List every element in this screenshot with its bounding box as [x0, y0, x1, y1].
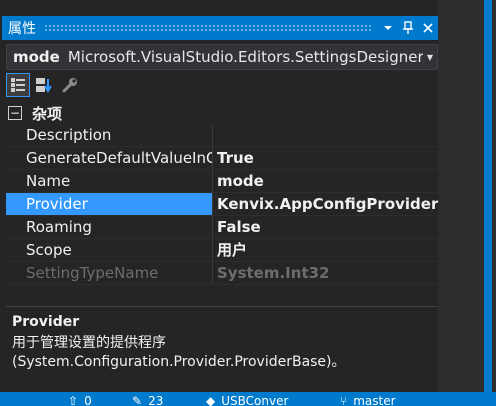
- status-changes[interactable]: ✎ 23: [132, 394, 163, 406]
- pin-button[interactable]: [398, 16, 418, 40]
- property-name: Roaming: [6, 216, 213, 238]
- category-label: 杂项: [32, 104, 63, 123]
- arrow-up-icon: ⇧: [68, 394, 79, 406]
- object-selector[interactable]: mode Microsoft.VisualStudio.Editors.Sett…: [6, 44, 438, 70]
- categorized-button[interactable]: [6, 73, 30, 97]
- accent-strip: [484, 0, 492, 406]
- property-grid: Description GenerateDefaultValueInCode T…: [6, 124, 438, 285]
- property-name: Provider: [6, 193, 213, 215]
- property-value[interactable]: mode: [213, 170, 438, 192]
- pencil-icon: ✎: [132, 394, 143, 406]
- property-row-setting-type-name[interactable]: SettingTypeName System.Int32: [6, 262, 438, 285]
- properties-window: 属性 mode Microsoft.VisualStudio.Editors.S…: [0, 0, 496, 406]
- property-row-roaming[interactable]: Roaming False: [6, 216, 438, 239]
- close-button[interactable]: [418, 16, 438, 40]
- collapse-icon[interactable]: −: [8, 106, 22, 120]
- property-name: GenerateDefaultValueInCode: [6, 147, 213, 169]
- property-row-generate-default[interactable]: GenerateDefaultValueInCode True: [6, 147, 438, 170]
- properties-toolbar: [6, 72, 82, 98]
- window-menu-button[interactable]: [378, 16, 398, 40]
- editor-edge: [438, 0, 496, 406]
- close-icon: [423, 23, 433, 33]
- pin-icon: [403, 21, 413, 34]
- description-text-line1: 用于管理设置的提供程序: [12, 335, 166, 351]
- drag-grip[interactable]: [44, 24, 372, 32]
- status-push[interactable]: ⇧ 0: [68, 394, 92, 406]
- property-row-name[interactable]: Name mode: [6, 170, 438, 193]
- description-title: Provider: [12, 314, 80, 330]
- status-bar: ⇧ 0 ✎ 23 ◆ USBConver ⑂ master: [0, 392, 496, 406]
- property-value[interactable]: False: [213, 216, 438, 238]
- property-name: Description: [6, 124, 213, 146]
- property-row-provider[interactable]: Provider Kenvix.AppConfigProvider: [6, 193, 438, 216]
- branch-name: master: [353, 394, 396, 406]
- property-value[interactable]: 用户: [213, 239, 438, 261]
- property-pages-button[interactable]: [58, 73, 82, 97]
- property-row-scope[interactable]: Scope 用户: [6, 239, 438, 262]
- property-value[interactable]: Kenvix.AppConfigProvider: [213, 193, 438, 215]
- object-name: mode: [13, 48, 60, 66]
- push-count: 0: [84, 394, 92, 406]
- alphabetical-button[interactable]: [32, 73, 56, 97]
- property-name: SettingTypeName: [6, 262, 213, 284]
- changes-count: 23: [148, 394, 164, 406]
- categorized-icon: [11, 78, 25, 92]
- category-header[interactable]: − 杂项: [6, 102, 438, 124]
- title-bar[interactable]: 属性: [2, 16, 438, 40]
- branch-icon: ⑂: [340, 394, 348, 406]
- property-value: System.Int32: [217, 264, 330, 282]
- property-value[interactable]: [213, 124, 438, 146]
- chevron-down-icon[interactable]: ▼: [423, 53, 437, 62]
- property-value[interactable]: True: [213, 147, 438, 169]
- repo-name: USBConver: [221, 394, 289, 406]
- alphabetical-icon: [36, 78, 52, 93]
- status-repo[interactable]: ◆ USBConver: [206, 394, 288, 406]
- wrench-icon: [62, 78, 77, 93]
- property-name: Scope: [6, 239, 213, 261]
- chevron-down-icon: [384, 26, 392, 30]
- repo-icon: ◆: [206, 394, 216, 406]
- property-row-description[interactable]: Description: [6, 124, 438, 147]
- property-name: Name: [6, 170, 213, 192]
- status-branch[interactable]: ⑂ master: [340, 394, 396, 406]
- window-title: 属性: [8, 21, 36, 37]
- description-pane: Provider 用于管理设置的提供程序 (System.Configurati…: [12, 314, 438, 372]
- description-splitter[interactable]: [6, 306, 438, 307]
- object-type: Microsoft.VisualStudio.Editors.SettingsD…: [67, 48, 423, 66]
- description-text-line2: (System.Configuration.Provider.ProviderB…: [12, 354, 346, 370]
